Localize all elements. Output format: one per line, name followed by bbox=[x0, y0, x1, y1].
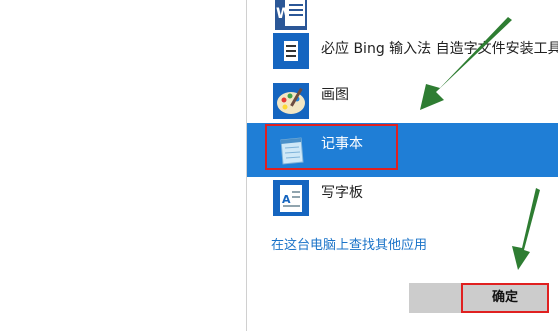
secondary-button-area bbox=[409, 283, 461, 313]
paint-icon bbox=[273, 83, 309, 119]
notepad-icon bbox=[273, 132, 309, 168]
more-apps-link[interactable]: 在这台电脑上查找其他应用 bbox=[271, 234, 427, 253]
app-label-paint: 画图 bbox=[321, 87, 349, 103]
svg-text:A: A bbox=[282, 193, 291, 206]
app-row-notepad[interactable]: 记事本 bbox=[247, 123, 558, 177]
app-label-wordpad: 写字板 bbox=[321, 185, 363, 201]
ok-button[interactable]: 确定 bbox=[461, 283, 549, 313]
bing-ime-icon bbox=[273, 33, 309, 69]
left-blank-area bbox=[0, 0, 246, 331]
app-row-paint[interactable]: 画图 bbox=[247, 72, 558, 126]
app-chooser-panel: W 必应 Bing 输入法 自造字文件安装工具 画图 记事本 A 写字板 在这台… bbox=[247, 0, 558, 331]
app-row-wordpad[interactable]: A 写字板 bbox=[247, 176, 558, 230]
app-label-notepad: 记事本 bbox=[321, 136, 363, 152]
app-label-bing-ime: 必应 Bing 输入法 自造字文件安装工具 bbox=[321, 41, 558, 57]
app-row-bing-ime[interactable]: 必应 Bing 输入法 自造字文件安装工具 bbox=[247, 24, 558, 78]
wordpad-icon: A bbox=[273, 180, 309, 216]
